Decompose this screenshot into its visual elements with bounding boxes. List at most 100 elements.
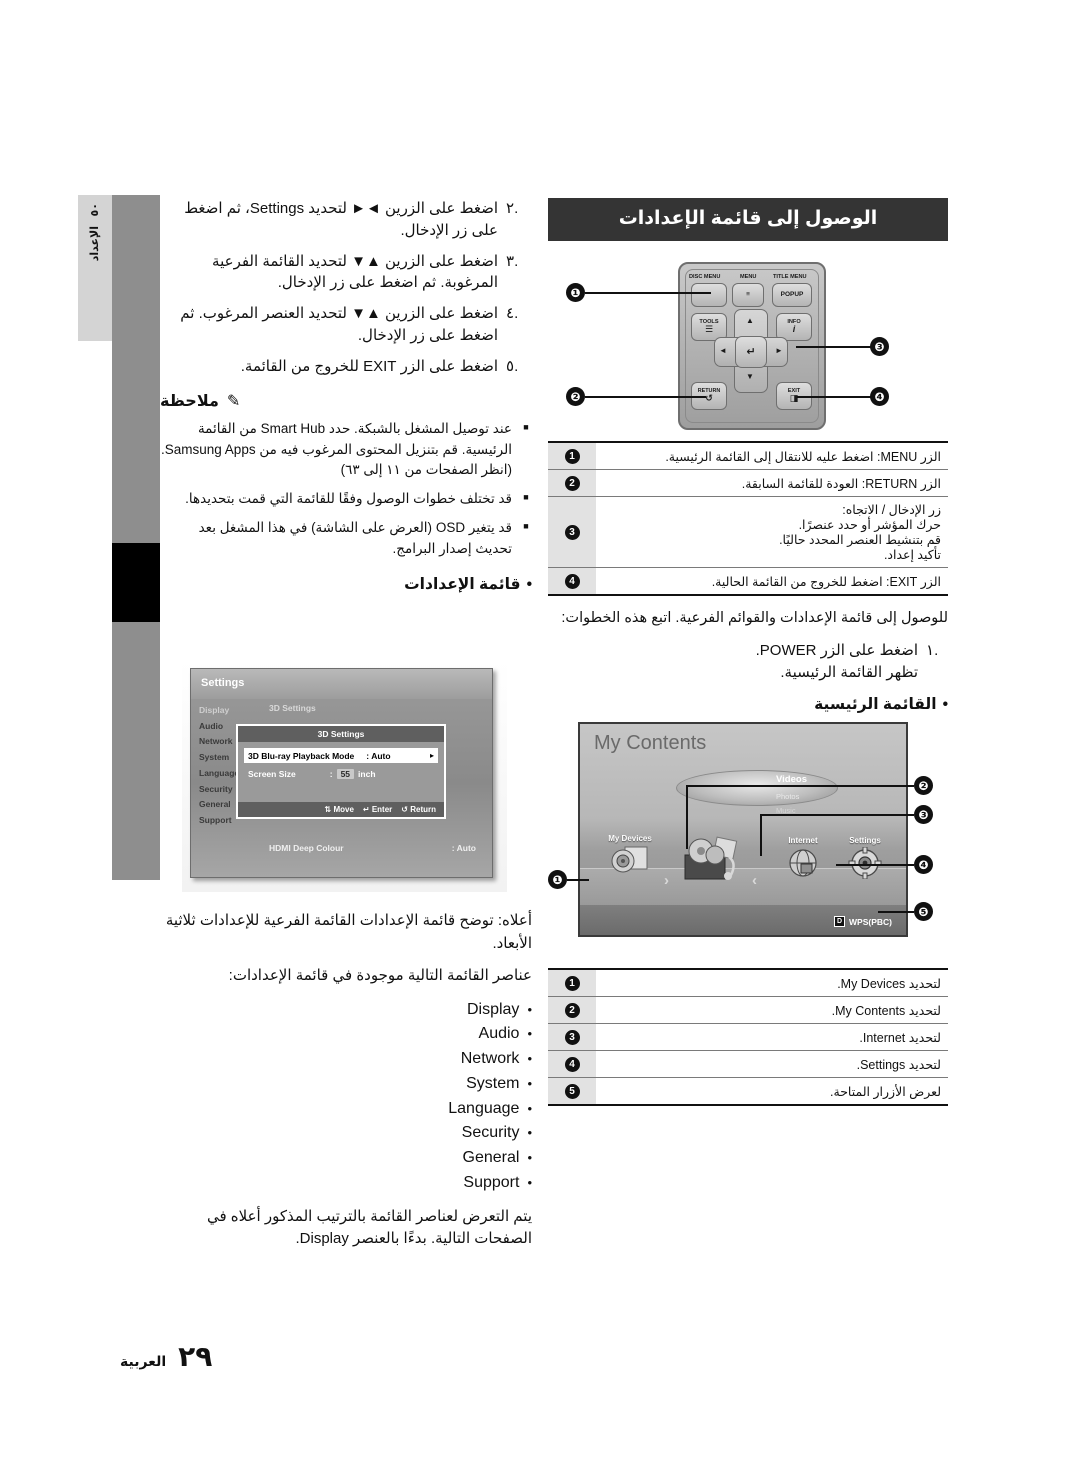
media-box-icon [672,835,756,885]
legend-text: الزر EXIT: اضغط للخروج من القائمة الحالي… [711,574,941,589]
legend-number-cell: 5 [548,1077,596,1106]
popup-row-playback-mode[interactable]: 3D Blu-ray Playback Mode : Auto ▸ [244,748,438,763]
carousel-disc [676,770,838,807]
mc-callout-4: ❹ [914,855,933,875]
badge-1: 1 [564,449,580,464]
badge-2: 2 [564,1003,580,1019]
menu-list-item: Network [160,1047,532,1072]
globe-svg [789,849,817,877]
mc-callout-5: ❺ [914,902,933,922]
settings-menu-heading: قائمة الإعدادات [160,575,532,594]
settings-title: Settings [201,677,245,689]
popup-row-screen-size[interactable]: Screen Size : 55 inch [248,767,438,781]
menu-list-item: System [160,1072,532,1097]
right-arrow-icon[interactable]: ► [775,346,783,355]
legend-text: لتحديد Internet. [859,1030,941,1045]
disc-drive-svg [611,846,648,873]
label-videos[interactable]: Videos [776,774,807,785]
sidebar-item-display[interactable]: Display [199,703,259,719]
main-menu-heading: القائمة الرئيسية [548,695,948,714]
menu-button[interactable]: ≡ [732,283,764,307]
wps-label: WPS(PBC) [849,916,892,927]
menu-list-item: Language [160,1097,532,1122]
legend-text: لتحديد My Devices. [837,976,941,991]
right-column: الوصول إلى قائمة الإعدادات DISC MENU MEN… [548,198,948,1106]
table-row: لتحديد My Devices. 1 [548,969,948,997]
hdmi-deep-colour-value: : Auto [451,843,476,853]
row-label: 3D Blu-ray Playback Mode [248,750,355,761]
globe-icon [772,847,834,883]
intro-paragraph: للوصول إلى قائمة الإعدادات والقوائم الفر… [561,610,948,626]
left-column: ٢. اضغط على الزرين ◄► لتحديد Settings، ث… [160,198,532,604]
badge-2: 2 [564,476,580,491]
mc-line-5 [878,911,914,913]
power-step-list: ١. اضغط على الزر POWER. تظهر القائمة الر… [548,640,948,684]
chevron-right-icon[interactable]: › [752,872,757,889]
down-arrow-icon[interactable]: ▼ [746,372,754,381]
menu-item-label: Security [461,1124,520,1142]
callout-line-1 [585,292,711,294]
table-row: لتحديد My Contents. 2 [548,996,948,1024]
step-text: اضغط على الزر EXIT للخروج من القائمة. [240,357,498,375]
settings-item[interactable]: Settings [834,836,896,883]
badge-1: 1 [564,976,580,992]
my-devices-item[interactable]: My Devices [594,834,666,879]
chapter-label: الإعداد [88,226,101,262]
step-item: ١. اضغط على الزر POWER. تظهر القائمة الر… [548,640,948,684]
label-photos[interactable]: Photos [776,792,799,801]
legend-text: لتحديد My Contents. [831,1003,941,1018]
3d-settings-popup: 3D Settings 3D Blu-ray Playback Mode : A… [236,724,446,819]
footer-enter: ↵ Enter [362,805,393,814]
legend-text: الزر RETURN: العودة للقائمة السابقة. [741,476,941,491]
side-bar-gray [112,195,160,880]
legend-text: لتحديد Settings. [856,1057,941,1072]
hdmi-deep-colour-label: HDMI Deep Colour [269,843,344,853]
chapter-tab: ٥٠ الإعداد [78,195,112,341]
disc-menu-button[interactable] [691,283,727,307]
mc-callout-3: ❸ [914,805,933,825]
info-icon: i [792,324,796,335]
menu-list-item: Support [160,1171,532,1196]
chevron-left-icon[interactable]: ‹ [664,872,669,889]
gear-svg [848,846,882,880]
up-arrow-icon[interactable]: ▲ [746,316,754,325]
my-contents-legend-table: لتحديد My Devices. 1 لتحديد My Contents.… [548,968,948,1106]
return-icon: ↺ [705,393,713,404]
tools-icon: ☰ [704,324,714,335]
title-menu-label: TITLE MENU [773,274,807,280]
legend-number-cell: 1 [548,969,596,997]
screen-size-value[interactable]: 55 [336,769,355,779]
legend-number-cell: 4 [548,567,596,595]
footer-move: ⇅ Move [324,805,354,814]
my-contents-item[interactable] [672,833,756,885]
note-text: قد تختلف خطوات الوصول وفقًا للقائمة التي… [185,491,512,506]
note-heading: ملاحظة [160,393,219,411]
internet-item[interactable]: Internet [772,836,834,883]
left-arrow-icon[interactable]: ◄ [719,346,727,355]
screen-size-unit: inch [358,769,376,779]
row-value: : Auto [366,750,391,761]
remote-control-illustration: DISC MENU MENU TITLE MENU ≡ POPUP TOOLS … [548,257,948,437]
settings-menu-items-list: Display Audio Network System Language Se… [160,998,532,1196]
wps-indicator[interactable]: D WPS(PBC) [834,916,892,928]
table-row: لتحديد Settings. 4 [548,1050,948,1078]
chevron-right-icon: ▸ [429,751,434,760]
legend-text: زر الإدخال / الاتجاه: حرك المؤشر أو حدد … [779,503,941,562]
footer-return: ↺ Return [401,805,436,814]
popup-label: POPUP [780,290,804,298]
mc-callout-1: ❶ [548,870,567,890]
side-bar-black-marker [112,543,160,622]
menu-label: MENU [740,274,757,280]
settings-screen-frame: Settings Display Audio Network System La… [190,668,493,878]
table-row: لعرض الأزرار المتاحة. 5 [548,1077,948,1106]
popup-button[interactable]: POPUP [772,283,812,307]
menu-item-label: Network [460,1050,520,1068]
enter-button[interactable]: ↵ [735,336,767,368]
square-bullet-icon: ■ [523,492,529,502]
table-row: الزر MENU: اضغط عليه للانتقال إلى القائم… [548,442,948,470]
page-footer: ٢٩ العربية [120,1340,212,1373]
legend-text: لعرض الأزرار المتاحة. [830,1084,941,1099]
my-devices-label: My Devices [608,834,652,844]
my-contents-illustration: My Contents Videos Photos Music My Devic… [548,722,948,954]
legend-number-cell: 1 [548,442,596,470]
